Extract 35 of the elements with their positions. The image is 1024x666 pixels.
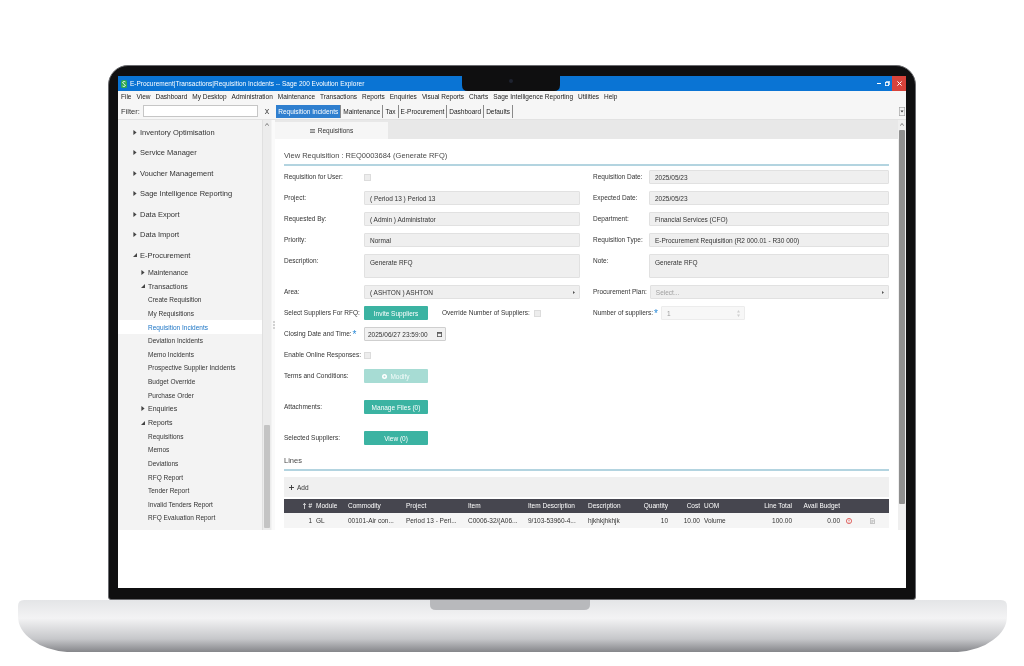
checkbox[interactable] (364, 351, 371, 359)
list-icon (309, 128, 315, 133)
caret-right-icon[interactable] (133, 170, 137, 176)
calendar-icon[interactable] (437, 331, 442, 337)
caret-right-icon[interactable] (133, 150, 137, 156)
caret-icon (573, 290, 575, 294)
scrollbar-thumb[interactable] (899, 130, 905, 504)
required-mark: * (654, 310, 658, 318)
close-icon (896, 81, 902, 86)
required-mark: * (352, 331, 357, 339)
clear-filter-button[interactable]: x (262, 106, 272, 116)
scrollbar[interactable] (898, 120, 906, 530)
circle-icon (382, 373, 388, 379)
caret-right-icon[interactable] (133, 191, 137, 197)
checkbox[interactable] (533, 309, 541, 317)
caret-icon (882, 290, 884, 294)
caret-right-icon[interactable] (133, 211, 137, 217)
caret-right-icon[interactable] (141, 406, 145, 412)
caret-right-icon[interactable] (133, 129, 137, 135)
scroll-up-icon[interactable] (900, 123, 904, 126)
caret-down-icon[interactable] (141, 284, 145, 289)
app-logo-icon (121, 79, 127, 88)
scrollbar-thumb[interactable] (264, 425, 270, 528)
caret-right-icon[interactable] (133, 232, 137, 238)
filter-input[interactable] (142, 105, 258, 117)
caret-down-icon[interactable] (141, 420, 145, 425)
checkbox[interactable] (364, 173, 371, 181)
caret-right-icon[interactable] (141, 269, 145, 275)
dropdown-icon[interactable] (899, 106, 905, 116)
close-button[interactable] (892, 76, 906, 91)
scrollbar[interactable] (262, 120, 271, 530)
restore-icon (885, 81, 890, 86)
minimize-icon (876, 83, 881, 84)
caret-down-icon[interactable] (133, 253, 137, 258)
plus-icon (289, 484, 294, 490)
